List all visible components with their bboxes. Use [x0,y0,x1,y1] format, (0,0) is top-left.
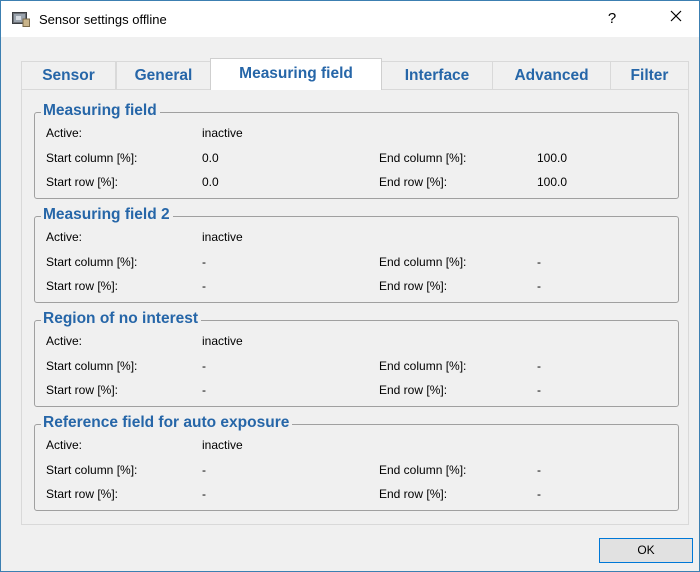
end-row-label: End row [%]: [379,383,448,397]
end-row-value: - [537,487,541,501]
start-row-label: Start row [%]: [46,383,119,397]
group-title: Reference field for auto exposure [41,413,293,433]
group-measuring-field-2: Measuring field 2 Active: inactive Start… [34,205,679,303]
start-row-value: - [202,487,206,501]
group-title: Region of no interest [41,309,201,329]
end-column-label: End column [%]: [379,463,467,477]
end-column-label: End column [%]: [379,359,467,373]
active-value: inactive [202,334,243,348]
active-label: Active: [46,230,83,244]
group-title: Measuring field [41,101,160,121]
end-column-value: - [537,463,541,477]
tab-sensor[interactable]: Sensor [21,61,116,89]
start-column-label: Start column [%]: [46,359,138,373]
start-column-value: - [202,359,206,373]
active-label: Active: [46,438,83,452]
end-row-label: End row [%]: [379,175,448,189]
start-row-label: Start row [%]: [46,279,119,293]
active-value: inactive [202,438,243,452]
end-row-value: 100.0 [537,175,568,189]
end-row-label: End row [%]: [379,279,448,293]
help-button[interactable]: ? [597,7,627,31]
start-column-label: Start column [%]: [46,255,138,269]
end-column-value: - [537,359,541,373]
close-icon[interactable] [661,7,691,31]
start-column-label: Start column [%]: [46,151,138,165]
end-row-value: - [537,279,541,293]
group-region-of-no-interest: Region of no interest Active: inactive S… [34,309,679,407]
start-row-value: - [202,383,206,397]
active-label: Active: [46,126,83,140]
group-reference-field-auto-exposure: Reference field for auto exposure Active… [34,413,679,511]
active-value: inactive [202,230,243,244]
start-column-value: 0.0 [202,151,219,165]
end-row-value: - [537,383,541,397]
dialog-window: Sensor settings offline ? Sensor General… [0,0,700,572]
tab-advanced[interactable]: Advanced [492,61,611,89]
ok-button[interactable]: OK [599,538,693,563]
end-column-value: 100.0 [537,151,568,165]
group-measuring-field: Measuring field Active: inactive Start c… [34,101,679,199]
end-column-value: - [537,255,541,269]
end-column-label: End column [%]: [379,151,467,165]
start-row-value: - [202,279,206,293]
start-column-label: Start column [%]: [46,463,138,477]
start-column-value: - [202,255,206,269]
tab-general[interactable]: General [116,61,211,89]
start-row-label: Start row [%]: [46,487,119,501]
start-column-value: - [202,463,206,477]
start-row-label: Start row [%]: [46,175,119,189]
title-bar: Sensor settings offline ? [1,1,699,37]
group-title: Measuring field 2 [41,205,173,225]
window-title: Sensor settings offline [39,12,167,27]
tab-panel-measuring-field: Measuring field Active: inactive Start c… [21,89,689,525]
sensor-app-icon [12,11,30,27]
active-label: Active: [46,334,83,348]
tab-filter[interactable]: Filter [610,61,689,89]
tab-measuring-field[interactable]: Measuring field [210,58,382,90]
end-column-label: End column [%]: [379,255,467,269]
tab-interface[interactable]: Interface [381,61,493,89]
active-value: inactive [202,126,243,140]
start-row-value: 0.0 [202,175,219,189]
end-row-label: End row [%]: [379,487,448,501]
